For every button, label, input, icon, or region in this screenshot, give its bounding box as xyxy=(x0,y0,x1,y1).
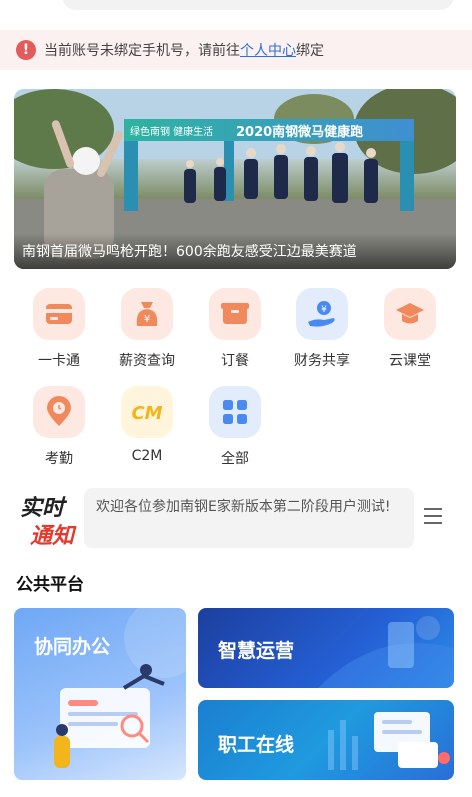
menu-item-finance[interactable]: ¥ 财务共享 xyxy=(282,288,362,378)
card-b-title: 智慧运营 xyxy=(218,640,295,662)
notice-tail: 绑定 xyxy=(296,43,324,59)
svg-text:CM: CM xyxy=(131,403,162,424)
realtime-message[interactable]: 欢迎各位参加南钢E家新版本第二阶段用户测试! xyxy=(84,488,414,548)
menu-item-all[interactable]: 全部 xyxy=(195,386,275,476)
graduation-cap-icon xyxy=(384,288,436,340)
hand-coin-icon: ¥ xyxy=(296,288,348,340)
menu-label: 云课堂 xyxy=(389,353,431,369)
card-a-title: 协同办公 xyxy=(34,636,111,658)
realtime-logo: 实时 通知 xyxy=(20,490,82,549)
arch-text-right: 2020南钢微马健康跑 xyxy=(236,124,363,140)
smart-operation-card[interactable]: 智慧运营 xyxy=(198,608,454,688)
menu-label: 考勤 xyxy=(45,451,73,467)
banner-caption: 南钢首届微马鸣枪开跑！600余跑友感受江边最美赛道 xyxy=(22,244,357,260)
phone-binding-notice: ! 当前账号未绑定手机号，请前往 个人中心 绑定 xyxy=(0,30,472,70)
realtime-notice[interactable]: 实时 通知 欢迎各位参加南钢E家新版本第二阶段用户测试! xyxy=(14,486,458,549)
staff-online-card[interactable]: 职工在线 xyxy=(198,700,454,780)
warning-icon: ! xyxy=(16,40,36,60)
logo-line2: 通知 xyxy=(30,523,75,549)
card-c-title: 职工在线 xyxy=(218,734,295,756)
news-banner[interactable]: 绿色南钢 健康生活 2020南钢微马健康跑 南钢首届微马鸣枪开跑！600余跑友感… xyxy=(14,89,456,269)
location-clock-icon xyxy=(33,386,85,438)
menu-label: 财务共享 xyxy=(294,353,350,369)
menu-item-salary[interactable]: ¥ 薪资查询 xyxy=(107,288,187,378)
card-icon xyxy=(33,288,85,340)
top-bar xyxy=(0,0,472,24)
menu-item-order-meal[interactable]: 订餐 xyxy=(195,288,275,378)
menu-label: C2M xyxy=(131,448,163,464)
menu-lines-icon[interactable] xyxy=(424,508,444,526)
notice-text: 当前账号未绑定手机号，请前往 xyxy=(44,43,240,59)
menu-label: 订餐 xyxy=(221,353,249,369)
grid-icon xyxy=(209,386,261,438)
section-title: 公共平台 xyxy=(16,575,84,595)
svg-text:¥: ¥ xyxy=(321,305,327,315)
menu-item-attendance[interactable]: 考勤 xyxy=(19,386,99,476)
personal-center-link[interactable]: 个人中心 xyxy=(240,40,296,60)
food-box-icon xyxy=(209,288,261,340)
search-box[interactable] xyxy=(62,0,454,10)
svg-text:¥: ¥ xyxy=(144,314,150,325)
menu-label: 一卡通 xyxy=(38,353,80,369)
c2m-logo-icon: CM xyxy=(121,386,173,438)
money-bag-icon: ¥ xyxy=(121,288,173,340)
menu-item-c2m[interactable]: CM C2M xyxy=(107,386,187,476)
menu-item-card[interactable]: 一卡通 xyxy=(19,288,99,378)
menu-item-cloud-class[interactable]: 云课堂 xyxy=(370,288,450,378)
arch-text-left: 绿色南钢 健康生活 xyxy=(130,125,213,138)
menu-label: 薪资查询 xyxy=(119,353,175,369)
menu-label: 全部 xyxy=(221,451,249,467)
collab-office-card[interactable]: 协同办公 xyxy=(14,608,186,780)
